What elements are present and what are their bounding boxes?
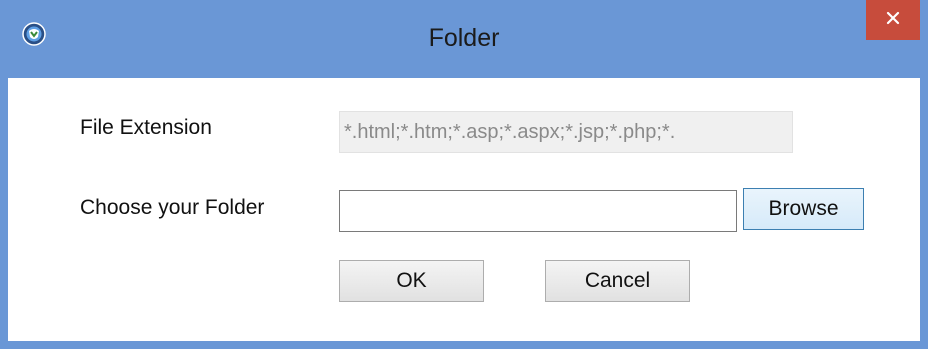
title-bar[interactable]: Folder <box>0 0 928 78</box>
ok-button[interactable]: OK <box>339 260 484 302</box>
file-extension-label: File Extension <box>80 116 212 139</box>
window-title: Folder <box>428 24 500 52</box>
dialog-content: File Extension *.html;*.htm;*.asp;*.aspx… <box>8 78 920 341</box>
choose-folder-label: Choose your Folder <box>80 196 265 219</box>
folder-dialog: Folder File Extension *.html;*.htm;*.asp… <box>0 0 928 349</box>
browse-button[interactable]: Browse <box>743 188 864 230</box>
close-button[interactable] <box>866 0 920 40</box>
file-extension-field: *.html;*.htm;*.asp;*.aspx;*.jsp;*.php;*. <box>339 111 793 153</box>
close-icon <box>886 11 900 30</box>
cancel-button[interactable]: Cancel <box>545 260 690 302</box>
folder-path-input[interactable] <box>339 190 737 232</box>
